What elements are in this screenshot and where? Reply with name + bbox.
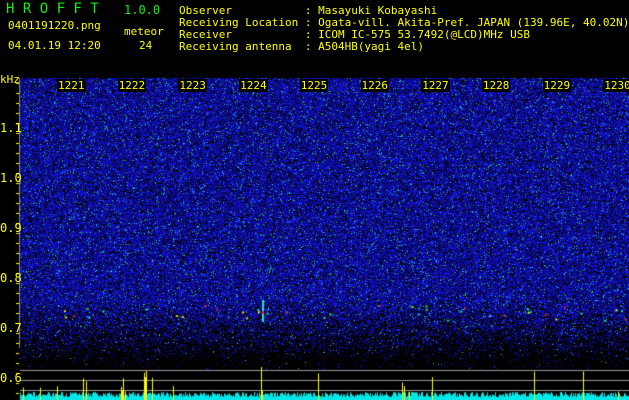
time-tick-label: 1228 — [481, 79, 511, 92]
spectrogram — [0, 0, 629, 400]
freq-tick-label: 0.9 — [0, 221, 22, 235]
freq-tick-label: 0.8 — [0, 271, 22, 285]
freq-tick-label: 1.1 — [0, 121, 22, 135]
time-tick-label: 1222 — [117, 79, 147, 92]
time-tick-label: 1223 — [178, 79, 207, 92]
freq-tick-label: 0.6 — [0, 371, 22, 385]
time-tick-label: 1224 — [239, 79, 268, 92]
filename: 0401191220.png — [8, 19, 101, 32]
freq-unit: kHz — [0, 73, 20, 86]
meteor-label: meteor — [124, 25, 164, 38]
time-tick-label: 1227 — [421, 79, 450, 92]
datetime: 04.01.19 12:20 — [8, 39, 101, 52]
info-row: Receiving antenna : A504HB(yagi 4el) — [179, 41, 629, 53]
time-tick-label: 1229 — [542, 79, 572, 92]
time-tick-label: 1230 — [603, 79, 629, 92]
app-version: 1.0.0 — [124, 3, 161, 17]
time-tick-label: 1226 — [360, 79, 389, 92]
station-info: Observer : Masayuki Kobayashi Receiving L… — [179, 5, 629, 53]
time-tick-label: 1225 — [299, 79, 329, 92]
freq-tick-label: 0.7 — [0, 321, 22, 335]
time-tick-label: 1221 — [57, 79, 86, 92]
info-value: A504HB(yagi 4el) — [318, 40, 425, 53]
info-label: Receiving antenna : — [179, 40, 319, 53]
app-title: H R O F F T — [6, 1, 99, 17]
freq-tick-label: 1.0 — [0, 171, 22, 185]
meteor-count: 24 — [139, 39, 153, 52]
